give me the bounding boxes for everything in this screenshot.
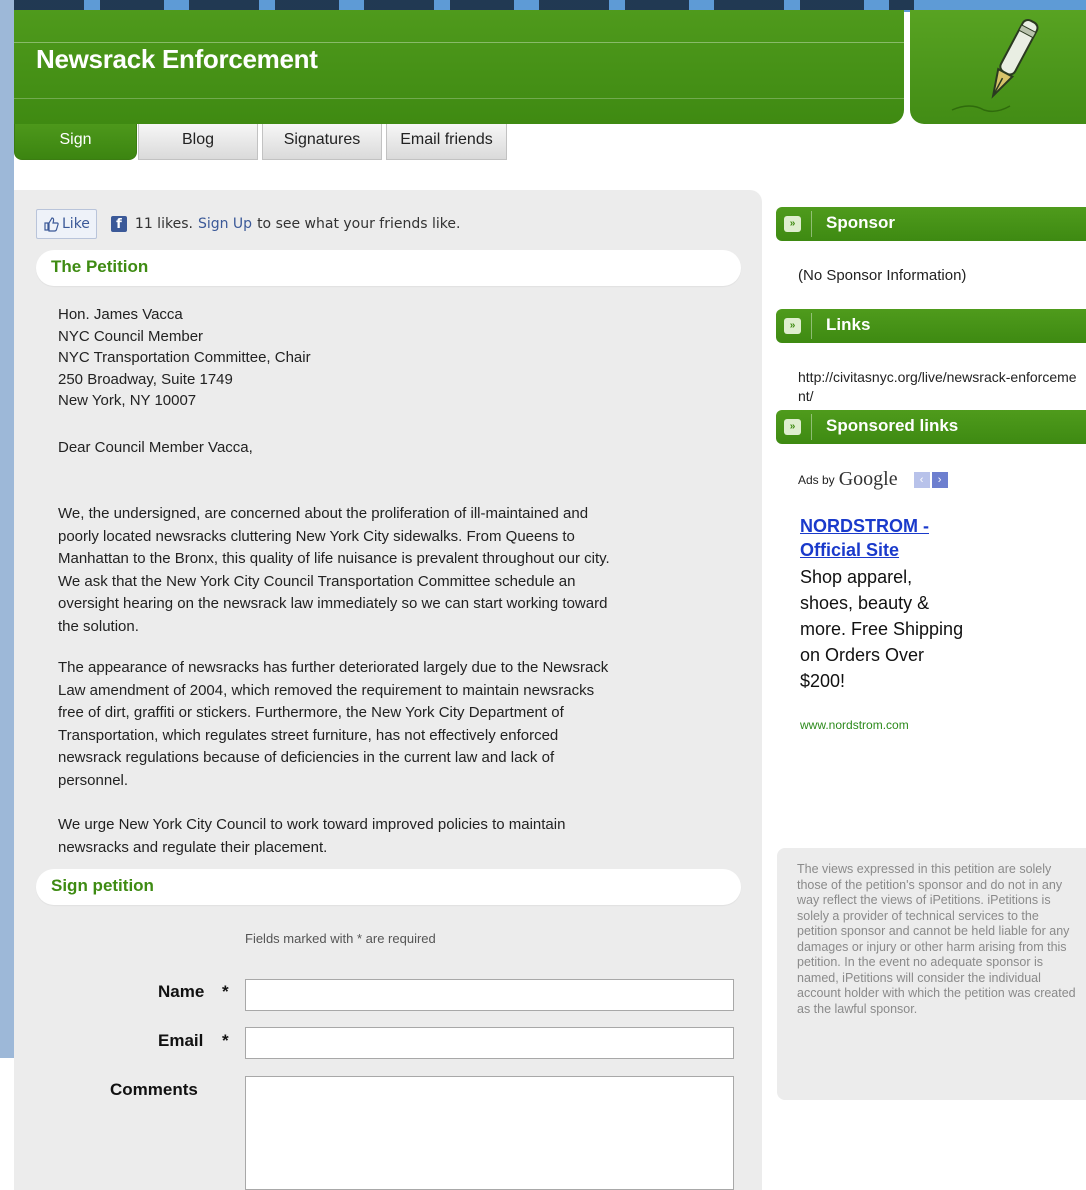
address-line: Hon. James Vacca [58,306,183,323]
links-header: » Links [776,309,1086,343]
tab-blog[interactable]: Blog [138,124,258,160]
sign-section-header: Sign petition [36,869,741,905]
like-button[interactable]: Like [36,209,97,239]
google-logo: Google [838,468,898,490]
double-arrow-icon: » [784,419,801,435]
ads-by-google[interactable]: Ads by Google ‹ › [798,468,948,491]
page-title: Newsrack Enforcement [36,44,318,74]
sponsor-info: (No Sponsor Information) [798,267,967,284]
petition-link[interactable]: http://civitasnyc.org/live/newsrack-enfo… [798,368,1078,406]
disclaimer-box: The views expressed in this petition are… [777,848,1086,1100]
sign-section-title: Sign petition [51,876,154,895]
header-art-box [910,10,1086,124]
name-field[interactable] [245,979,734,1011]
petition-paragraph-3: We urge New York City Council to work to… [58,816,566,856]
facebook-icon: f [110,216,127,232]
recipient-address: Hon. James Vacca NYC Council Member NYC … [58,304,311,412]
double-arrow-icon: » [784,216,801,232]
disclaimer-text: The views expressed in this petition are… [797,862,1076,1016]
petition-paragraph-1: We, the undersigned, are concerned about… [58,505,610,635]
name-label: Name [158,982,205,1001]
petition-section-title: The Petition [51,257,149,276]
ad-url[interactable]: www.nordstrom.com [800,718,909,732]
ad-title-link[interactable]: NORDSTROM - Official Site [800,514,970,562]
sponsor-title: Sponsor [826,213,895,232]
fountain-pen-icon [951,18,1039,113]
ad-next-icon[interactable]: › [931,471,948,488]
ad-body: Shop apparel, shoes, beauty & more. Free… [800,567,964,691]
name-required-marker: * [222,982,229,1001]
address-line: 250 Broadway, Suite 1749 [58,370,233,388]
thumbs-up-icon [44,217,59,232]
email-required-marker: * [222,1031,229,1050]
ads-by-label: Ads by [798,472,835,487]
address-line: New York, NY 10007 [58,392,197,409]
page-header: Newsrack Enforcement [14,10,904,124]
required-fields-note: Fields marked with * are required [245,931,436,946]
comments-textarea[interactable] [245,1076,734,1190]
sponsored-links-header: » Sponsored links [776,410,1086,444]
facebook-signup-link[interactable]: Sign Up [198,216,252,232]
double-arrow-icon: » [784,318,801,334]
email-field[interactable] [245,1027,734,1059]
tab-email-friends[interactable]: Email friends [386,124,507,160]
email-label: Email [158,1031,204,1050]
likes-count: 11 likes. [134,216,193,232]
petition-paragraph-2: The appearance of newsracks has further … [58,659,609,789]
comments-label: Comments [110,1080,198,1099]
address-line: NYC Council Member [58,327,204,345]
tab-signatures[interactable]: Signatures [262,124,382,160]
salutation: Dear Council Member Vacca, [58,439,253,456]
like-button-label: Like [62,216,90,232]
facebook-suffix: to see what your friends like. [257,216,461,232]
facebook-like-bar: Like f 11 likes. Sign Up to see what you… [36,208,460,240]
ad-previous-icon[interactable]: ‹ [913,471,930,488]
left-background-strip [0,0,14,1058]
petition-section-header: The Petition [36,250,741,286]
sponsored-links-title: Sponsored links [826,416,959,435]
sponsor-header: » Sponsor [776,207,1086,241]
links-title: Links [826,315,871,334]
address-line: NYC Transportation Committee, Chair [58,349,311,366]
tab-sign[interactable]: Sign [14,124,137,160]
